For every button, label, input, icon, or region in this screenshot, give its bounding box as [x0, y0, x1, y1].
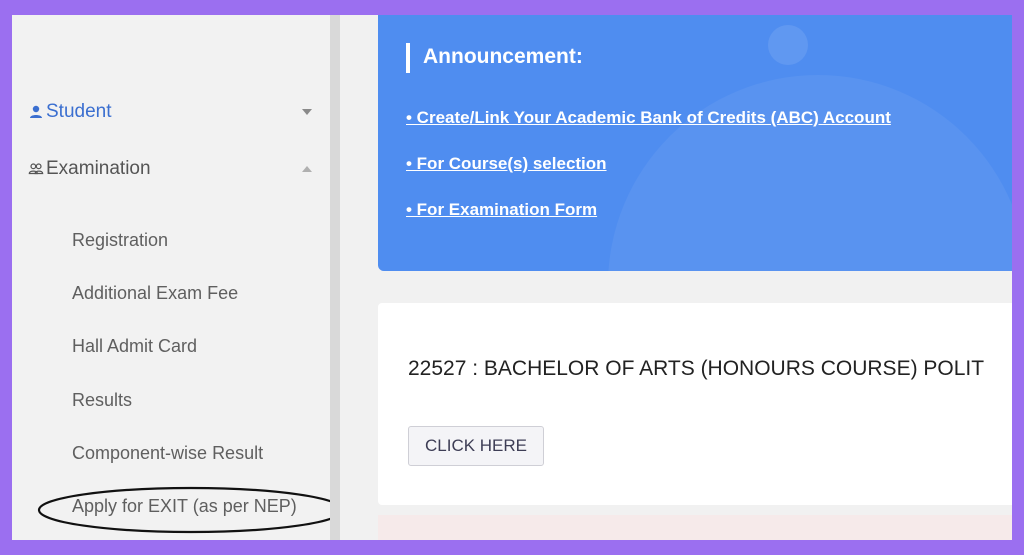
sidebar-subitem-component-wise-result[interactable]: Component-wise Result	[72, 443, 263, 464]
decorative-dot	[768, 25, 808, 65]
sidebar-subitem-hall-admit-card[interactable]: Hall Admit Card	[72, 336, 197, 357]
announcement-accent-bar	[406, 43, 410, 73]
sidebar-item-student[interactable]: Student	[28, 97, 318, 127]
sidebar-subitem-additional-exam-fee[interactable]: Additional Exam Fee	[72, 283, 238, 304]
announcement-title: Announcement:	[423, 45, 583, 68]
sidebar-item-label: Examination	[46, 158, 151, 179]
group-icon	[28, 161, 44, 177]
chevron-up-icon	[302, 166, 312, 172]
sidebar-item-examination[interactable]: Examination	[28, 154, 318, 184]
sidebar: Student Examination Registration Additio…	[12, 15, 345, 540]
decorative-circle	[608, 75, 1012, 271]
chevron-down-icon	[302, 109, 312, 115]
sidebar-item-label: Student	[46, 101, 112, 122]
main-content: Announcement: • Create/Link Your Academi…	[340, 15, 1012, 540]
app-frame: Student Examination Registration Additio…	[12, 15, 1012, 540]
sidebar-divider	[330, 15, 340, 540]
course-title: 22527 : BACHELOR OF ARTS (HONOURS COURSE…	[408, 357, 985, 380]
link-abc-account[interactable]: • Create/Link Your Academic Bank of Cred…	[406, 108, 891, 128]
sidebar-subitem-registration[interactable]: Registration	[72, 230, 168, 251]
sidebar-subitem-apply-for-exit[interactable]: Apply for EXIT (as per NEP)	[72, 496, 297, 517]
sidebar-subitem-results[interactable]: Results	[72, 390, 132, 411]
click-here-button[interactable]: CLICK HERE	[408, 426, 544, 466]
person-icon	[28, 104, 44, 120]
link-course-selection[interactable]: • For Course(s) selection	[406, 154, 607, 174]
bottom-strip	[378, 515, 1012, 540]
course-card: 22527 : BACHELOR OF ARTS (HONOURS COURSE…	[378, 303, 1012, 505]
announcement-panel: Announcement: • Create/Link Your Academi…	[378, 15, 1012, 271]
link-examination-form[interactable]: • For Examination Form	[406, 200, 597, 220]
